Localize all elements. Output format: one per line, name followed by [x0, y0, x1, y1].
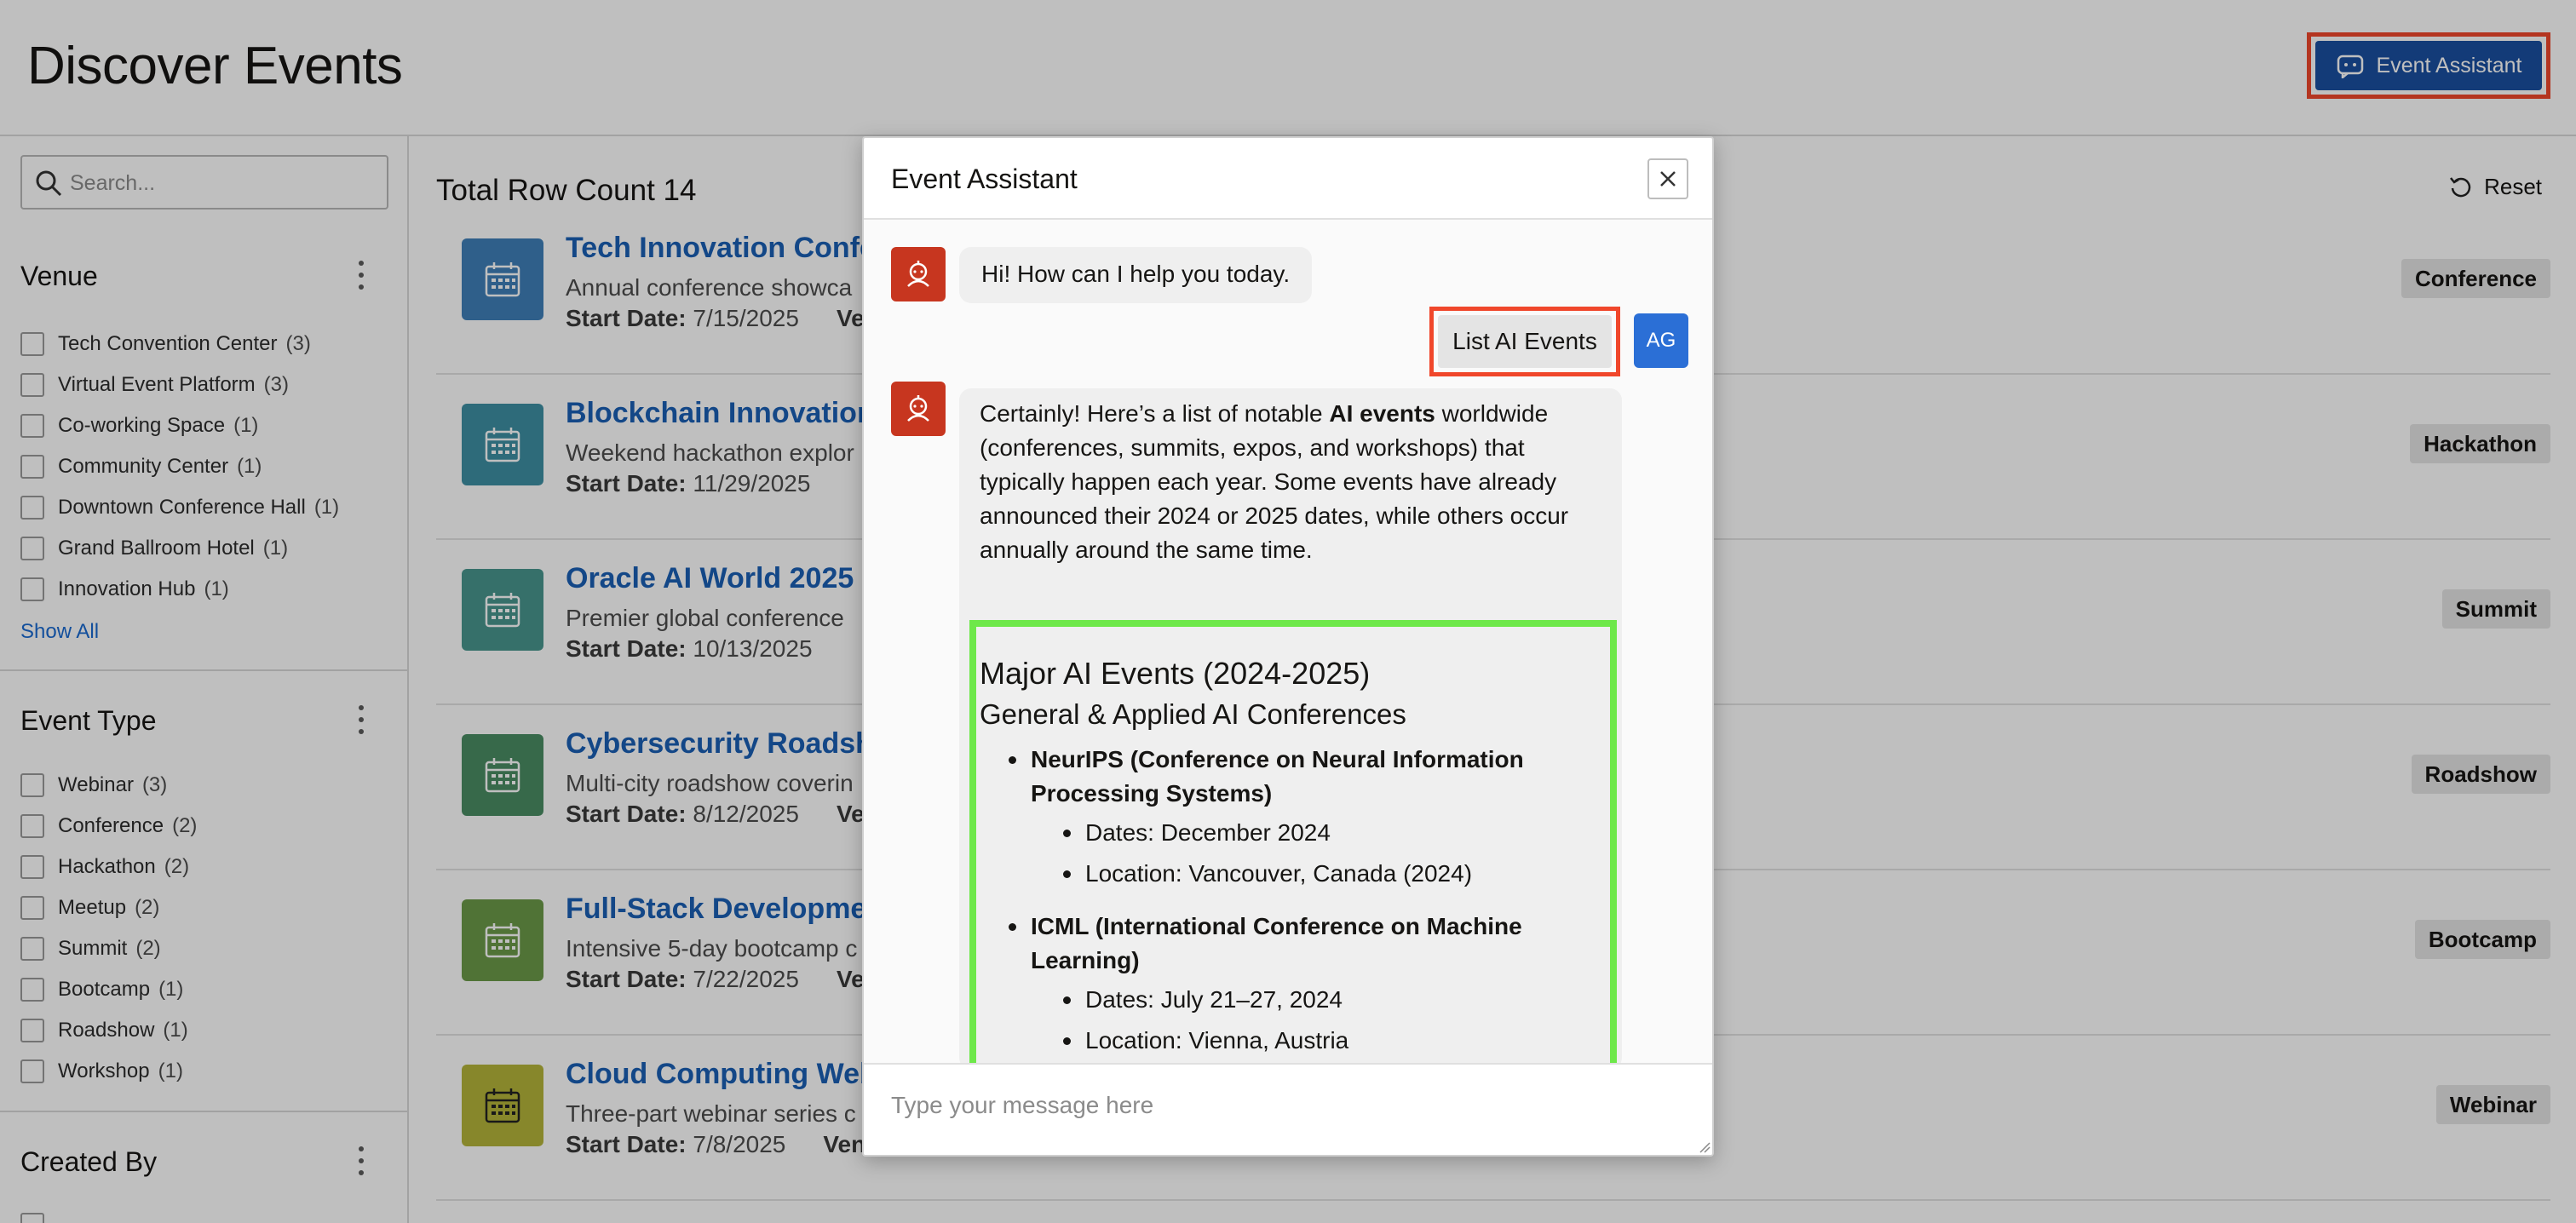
heading-major-events: Major AI Events (2024-2025)	[980, 656, 1371, 691]
event-assistant-dialog: Event Assistant Hi! How can I help you t…	[862, 136, 1714, 1157]
dialog-title: Event Assistant	[891, 164, 1078, 194]
intro-bold: AI events	[1329, 400, 1435, 427]
resize-handle-icon[interactable]	[1699, 1141, 1711, 1153]
ai-events-list: Major AI Events (2024-2025) General & Ap…	[980, 656, 1610, 1061]
intro-text: Certainly! Here’s a list of notable	[980, 400, 1330, 427]
message-input[interactable]: Type your message here	[864, 1063, 1712, 1155]
bot-reply-bubble: Certainly! Here’s a list of notable AI e…	[959, 388, 1622, 1063]
event-location: Location: Vienna, Austria	[1063, 1020, 1610, 1061]
close-button[interactable]	[1647, 158, 1688, 199]
event-location: Location: Vancouver, Canada (2024)	[1063, 853, 1610, 894]
message-placeholder: Type your message here	[891, 1092, 1154, 1118]
bot-icon	[907, 261, 929, 287]
user-message-highlight: List AI Events	[1429, 307, 1620, 376]
event-name: NeurIPS (Conference on Neural Informatio…	[1009, 743, 1610, 811]
bot-avatar	[891, 382, 946, 436]
bot-icon	[907, 395, 929, 422]
dialog-header: Event Assistant	[864, 138, 1712, 220]
reply-intro: Certainly! Here’s a list of notable AI e…	[980, 397, 1610, 567]
chat-transcript[interactable]: Hi! How can I help you today. List AI Ev…	[864, 220, 1712, 1063]
close-icon	[1660, 171, 1676, 187]
event-dates: Dates: July 21–27, 2024	[1063, 979, 1610, 1020]
bot-avatar	[891, 247, 946, 301]
bot-greeting-bubble: Hi! How can I help you today.	[959, 247, 1313, 303]
event-dates: Dates: December 2024	[1063, 812, 1610, 853]
user-avatar: AG	[1634, 313, 1688, 368]
event-name: ICML (International Conference on Machin…	[1009, 910, 1610, 978]
user-message-bubble: List AI Events	[1438, 315, 1612, 368]
response-highlight: Major AI Events (2024-2025) General & Ap…	[969, 620, 1617, 1063]
heading-general-conferences: General & Applied AI Conferences	[980, 698, 1406, 730]
